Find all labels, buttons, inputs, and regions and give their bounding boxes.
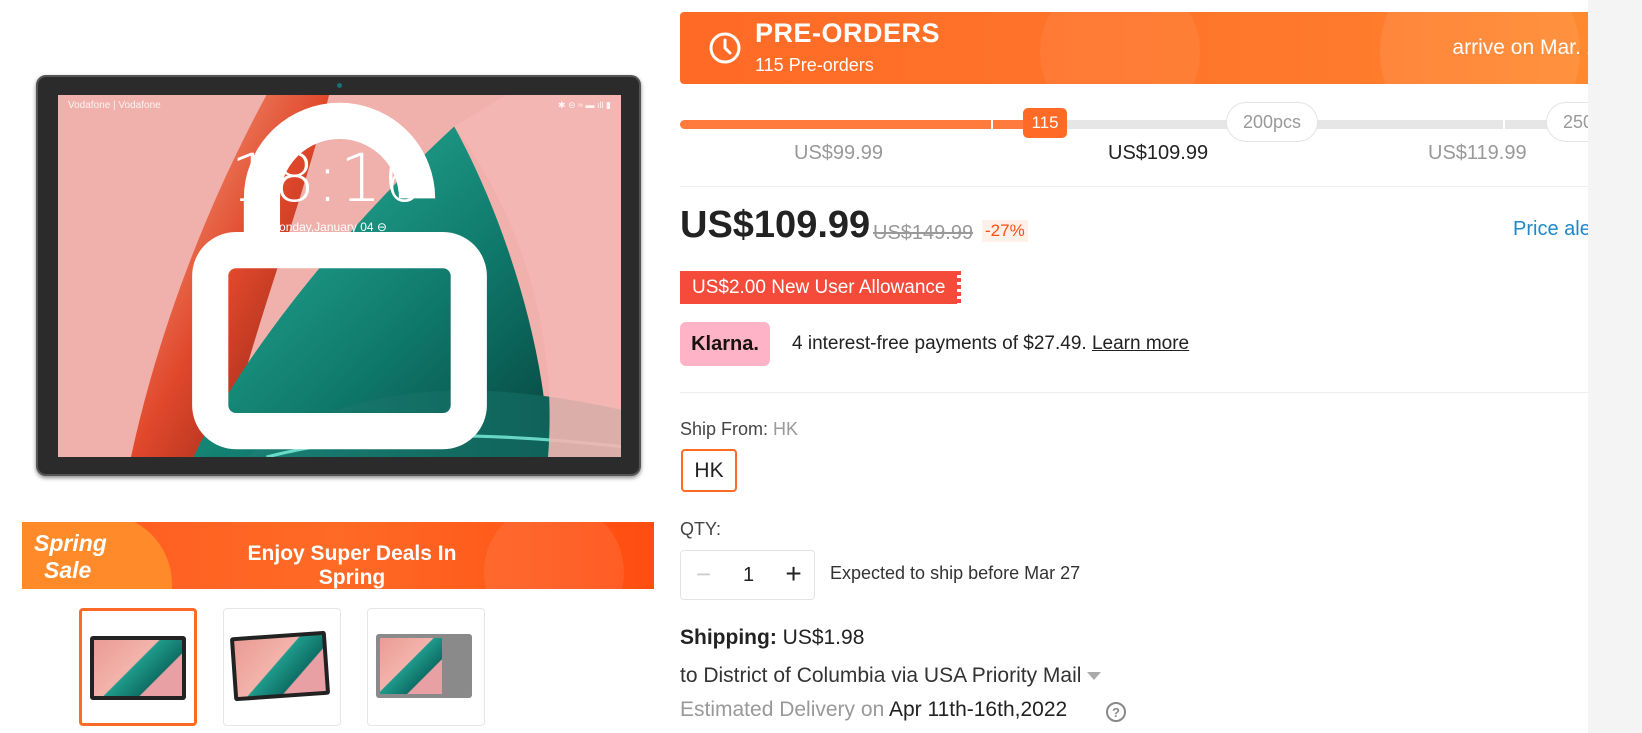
thumbnail-image [229,630,331,702]
tier-divider [991,120,993,129]
tablet-screen: Vodafone | Vodafone ✱ ⊖ ≈ ▬ ıll ▮ 18:16 … [58,95,621,457]
shipping-destination: to District of Columbia via USA Priority… [680,664,1082,687]
tier-price-2: US$109.99 [1108,142,1209,164]
quantity-stepper: − 1 + [680,550,815,600]
main-product-image[interactable]: Vodafone | Vodafone ✱ ⊖ ≈ ▬ ıll ▮ 18:16 … [36,75,641,476]
estimated-delivery-label: Estimated Delivery on [680,698,885,721]
thumbnail-3[interactable] [367,608,485,726]
dropdown-caret-icon [1087,672,1102,681]
tier-price-1: US$99.99 [794,142,883,164]
tier-price-3: US$119.99 [1428,142,1527,164]
product-gallery: Vodafone | Vodafone ✱ ⊖ ≈ ▬ ıll ▮ 18:16 … [0,0,670,733]
thumbnail-image [376,634,472,698]
ship-from-label: Ship From: HK [680,419,798,440]
qty-label: QTY: [680,519,722,539]
ship-from-value: HK [773,419,799,439]
badge-line-2: Sale [44,557,92,583]
preorder-arrival: arrive on Mar. 27 [1452,36,1610,59]
current-price: US$109.99 [680,204,871,246]
shipping-cost: Shipping: US$1.98 [680,626,864,650]
banner-slogan: Enjoy Super Deals In Spring [247,542,457,589]
shipping-destination-selector[interactable]: to District of Columbia via USA Priority… [680,664,1102,688]
klarna-logo: Klarna. [680,322,770,366]
tier-divider [1503,120,1505,129]
klarna-learn-more-link[interactable]: Learn more [1092,333,1189,354]
badge-line-1: Spring [34,530,107,556]
thumbnail-1[interactable] [79,608,197,726]
help-icon[interactable]: ? [1106,702,1126,722]
expected-ship-date: Expected to ship before Mar 27 [830,563,1081,583]
klarna-text: 4 interest-free payments of $27.49. [792,333,1087,354]
shipping-price: US$1.98 [782,626,865,649]
discount-badge: -27% [982,220,1028,242]
banner-decoration [484,522,624,589]
lockscreen-date: Monday,January 04 ⊖ [269,220,387,234]
original-price: US$149.99 [873,222,974,244]
spring-sale-badge-text: Spring Sale [34,530,107,584]
ship-from-option-hk[interactable]: HK [681,449,737,492]
estimated-delivery-date: Apr 11th-16th,2022 [888,698,1068,721]
shipping-label: Shipping: [680,626,777,649]
klarna-installments: 4 interest-free payments of $27.49. Lear… [792,333,1189,355]
camera-dot [337,83,342,88]
decrease-quantity-button[interactable]: − [681,551,726,599]
quantity-input[interactable]: 1 [726,551,771,599]
new-user-allowance-coupon[interactable]: US$2.00 New User Allowance [680,271,962,304]
divider [680,392,1640,393]
preorder-count: 115 Pre-orders [755,55,874,75]
preorder-title: PRE-ORDERS [755,18,941,48]
page-side-panel [1588,0,1642,733]
thumbnail-image [90,636,186,700]
thumbnail-2[interactable] [223,608,341,726]
spring-sale-banner[interactable]: Spring Sale Enjoy Super Deals In Spring [22,522,654,589]
preorder-tier-progress: 115 200pcs 250pcs US$99.99 US$109.99 US$… [680,98,1640,187]
ship-from-label-text: Ship From: [680,419,769,439]
increase-quantity-button[interactable]: + [771,551,816,599]
estimated-delivery: Estimated Delivery on Apr 11th-16th,2022 [680,698,1067,722]
preorder-banner: PRE-ORDERS 115 Pre-orders arrive on Mar.… [680,12,1640,84]
tier-step-200: 200pcs [1226,102,1318,142]
tier-current-count: 115 [1023,108,1067,138]
clock-icon [709,32,741,64]
lockscreen-time: 18:16 [230,140,426,217]
